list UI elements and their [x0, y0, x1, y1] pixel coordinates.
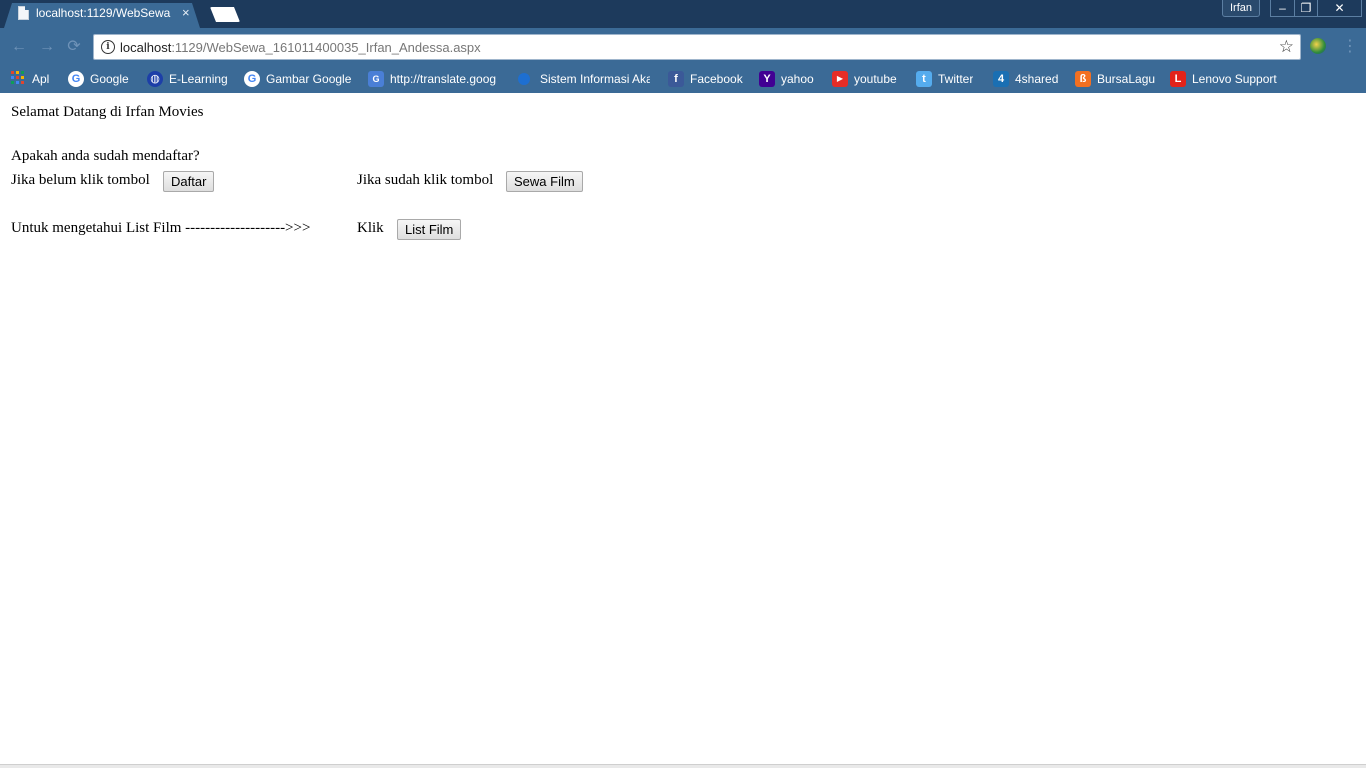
- bookmark-item[interactable]: Sistem Informasi Aka: [518, 69, 650, 89]
- info-icon[interactable]: i: [101, 40, 115, 54]
- close-window-button[interactable]: ✕: [1318, 0, 1362, 17]
- bookmark-label: Gambar Google: [266, 72, 352, 86]
- click-text: Klik: [357, 220, 384, 236]
- forward-arrow-icon[interactable]: →: [38, 38, 56, 56]
- list-film-text: Untuk mengetahui List Film -------------…: [11, 220, 311, 236]
- minimize-button[interactable]: –: [1270, 0, 1294, 17]
- bookmark-label: Lenovo Support: [1192, 72, 1277, 86]
- list-film-button[interactable]: List Film: [397, 219, 462, 240]
- yahoo-icon: Y: [759, 71, 775, 87]
- bookmark-label: Google: [90, 72, 129, 86]
- google-icon: G: [68, 71, 84, 87]
- bookmark-label: yahoo: [781, 72, 814, 86]
- youtube-icon: ▶: [832, 71, 848, 87]
- tab-title: localhost:1129/WebSewa: [36, 6, 171, 20]
- bookmark-item[interactable]: Apl: [10, 69, 49, 89]
- not-registered-text: Jika belum klik tombol: [11, 172, 150, 188]
- bookmark-item[interactable]: ß BursaLagu: [1075, 69, 1155, 89]
- browser-titlebar: localhost:1129/WebSewa × Irfan – ❐ ✕: [0, 0, 1366, 28]
- bookmark-label: E-Learning: [169, 72, 228, 86]
- back-arrow-icon[interactable]: ←: [10, 38, 28, 56]
- bookmark-item[interactable]: G http://translate.goog: [368, 69, 500, 89]
- facebook-icon: f: [668, 71, 684, 87]
- page-content: Selamat Datang di Irfan Movies Apakah an…: [0, 93, 1366, 768]
- menu-icon[interactable]: ⋮: [1342, 36, 1358, 56]
- translate-icon: G: [368, 71, 384, 87]
- register-button[interactable]: Daftar: [163, 171, 215, 192]
- bookmark-item[interactable]: Y yahoo: [759, 69, 814, 89]
- question-text: Apakah anda sudah mendaftar?: [11, 148, 200, 164]
- reload-icon[interactable]: ⟳: [65, 38, 83, 56]
- lenovo-icon: L: [1170, 71, 1186, 87]
- bursalagu-icon: ß: [1075, 71, 1091, 87]
- url-path: :1129/WebSewa_161011400035_Irfan_Andessa…: [171, 40, 481, 55]
- new-tab-button[interactable]: [210, 7, 240, 22]
- bookmark-item[interactable]: f Facebook: [668, 69, 743, 89]
- bookmark-star-icon[interactable]: ☆: [1279, 37, 1294, 57]
- bookmark-item[interactable]: G Gambar Google: [244, 69, 351, 89]
- bookmark-label: Apl: [32, 72, 50, 86]
- address-bar[interactable]: i localhost:1129/WebSewa_161011400035_Ir…: [93, 34, 1301, 60]
- extension-icon[interactable]: [1310, 38, 1326, 54]
- bookmark-item[interactable]: t Twitter: [916, 69, 973, 89]
- bookmarks-bar: Apl G Google ◍ E-Learning G Gambar Googl…: [0, 65, 1366, 93]
- circle-icon: [518, 73, 530, 85]
- tab-close-icon[interactable]: ×: [182, 5, 190, 20]
- bookmark-label: http://translate.goog: [390, 72, 497, 86]
- bookmark-item[interactable]: L Lenovo Support: [1170, 69, 1277, 89]
- taskbar-edge: [0, 764, 1366, 768]
- profile-button[interactable]: Irfan: [1222, 0, 1260, 17]
- welcome-text: Selamat Datang di Irfan Movies: [11, 104, 204, 120]
- bookmark-label: BursaLagu: [1097, 72, 1156, 86]
- twitter-icon: t: [916, 71, 932, 87]
- 4shared-icon: 4: [993, 71, 1009, 87]
- bookmark-item[interactable]: 4 4shared: [993, 69, 1058, 89]
- url-host: localhost: [120, 40, 172, 55]
- page-icon: [18, 6, 29, 20]
- bookmark-label: Sistem Informasi Aka: [540, 72, 650, 86]
- address-url[interactable]: localhost:1129/WebSewa_161011400035_Irfa…: [120, 40, 481, 55]
- registered-text: Jika sudah klik tombol: [357, 172, 494, 188]
- bookmark-label: Twitter: [938, 72, 974, 86]
- google-icon: G: [244, 71, 260, 87]
- bookmark-label: 4shared: [1015, 72, 1059, 86]
- rent-film-button[interactable]: Sewa Film: [506, 171, 583, 192]
- bookmark-item[interactable]: ◍ E-Learning: [147, 69, 228, 89]
- bookmark-label: Facebook: [690, 72, 743, 86]
- apps-grid-icon: [10, 71, 26, 87]
- bookmark-label: youtube: [854, 72, 897, 86]
- restore-button[interactable]: ❐: [1294, 0, 1318, 17]
- bookmark-item[interactable]: ▶ youtube: [832, 69, 897, 89]
- globe-icon: ◍: [147, 71, 163, 87]
- bookmark-item[interactable]: G Google: [68, 69, 129, 89]
